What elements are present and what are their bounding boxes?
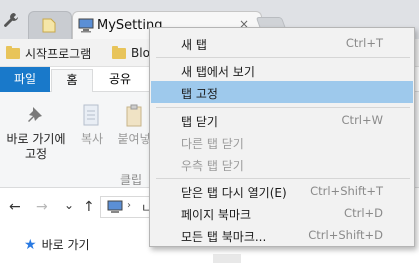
- pin-label: 바로 가기에 고정: [6, 132, 66, 161]
- menu-item-label: 모든 탭 북마크...: [181, 230, 267, 244]
- tab-file[interactable]: 파일: [0, 67, 50, 92]
- menu-item-reopen-closed-tab[interactable]: 닫은 탭 다시 열기(E) Ctrl+Shift+T: [151, 180, 413, 202]
- back-icon[interactable]: ←: [9, 199, 21, 215]
- folder-icon: [42, 18, 56, 33]
- menu-item-shortcut: Ctrl+D: [344, 206, 383, 220]
- menu-item-label: 다른 탭 닫기: [181, 137, 244, 151]
- star-icon: ★: [24, 236, 37, 253]
- paste-label: 붙여넣: [117, 132, 151, 146]
- menu-item-shortcut: Ctrl+T: [345, 36, 383, 50]
- copy-icon: [83, 104, 99, 126]
- chevron-right-icon[interactable]: ›: [127, 200, 131, 211]
- clipboard-group-label: 클립: [120, 173, 143, 187]
- paste-button[interactable]: 붙여넣: [114, 104, 154, 147]
- menu-item-shortcut: Ctrl+Shift+T: [310, 184, 383, 198]
- tab-context-menu: 새 탭 Ctrl+T 새 탭에서 보기 탭 고정 탭 닫기 Ctrl+W 다른 …: [149, 27, 415, 247]
- computer-icon: [107, 200, 123, 213]
- browser-tab-inactive[interactable]: [28, 11, 72, 39]
- menu-item-label: 우측 탭 닫기: [181, 159, 244, 173]
- forward-icon[interactable]: →: [36, 199, 48, 215]
- bookmark-startup-programs[interactable]: 시작프로그램: [6, 44, 91, 62]
- recent-locations-icon[interactable]: ⌄: [64, 198, 74, 212]
- computer-icon: [78, 18, 94, 33]
- menu-item-bookmark-all-tabs[interactable]: 모든 탭 북마크... Ctrl+Shift+D: [151, 224, 413, 246]
- menu-item-label: 페이지 북마크: [181, 208, 252, 222]
- menu-separator: [156, 57, 410, 58]
- menu-item-shortcut: Ctrl+Shift+D: [308, 228, 383, 242]
- menu-separator: [156, 178, 410, 179]
- menu-item-open-in-new-tab[interactable]: 새 탭에서 보기: [151, 59, 413, 81]
- menu-item-label: 닫은 탭 다시 열기(E): [181, 186, 287, 200]
- menu-item-bookmark-page[interactable]: 페이지 북마크 Ctrl+D: [151, 202, 413, 224]
- quick-access-item[interactable]: ★ 바로 가기: [24, 236, 90, 253]
- folder-icon: [6, 45, 20, 59]
- menu-item-shortcut: Ctrl+W: [341, 113, 383, 127]
- tab-home[interactable]: 홈: [51, 69, 93, 93]
- menu-item-label: 새 탭: [181, 38, 207, 52]
- menu-item-label: 탭 닫기: [181, 115, 218, 129]
- menu-separator: [156, 107, 410, 108]
- bookmark-label: 시작프로그램: [25, 46, 92, 61]
- quick-access-label: 바로 가기: [41, 238, 90, 252]
- menu-item-pin-tab[interactable]: 탭 고정: [151, 81, 413, 103]
- menu-item-label: 새 탭에서 보기: [181, 65, 255, 79]
- pin-icon: [28, 107, 42, 122]
- paste-icon: [126, 104, 142, 127]
- menu-item-label: 탭 고정: [181, 87, 218, 101]
- menu-item-close-tabs-to-right[interactable]: 우측 탭 닫기: [151, 153, 413, 175]
- pin-to-quick-access-button[interactable]: 바로 가기에 고정: [4, 104, 68, 162]
- up-icon[interactable]: ↑: [83, 199, 95, 215]
- copy-label: 복사: [80, 132, 104, 146]
- menu-item-close-tab[interactable]: 탭 닫기 Ctrl+W: [151, 109, 413, 131]
- tab-share[interactable]: 공유: [100, 67, 140, 92]
- wrench-icon[interactable]: [3, 12, 19, 28]
- scrollbar-edge: [213, 254, 241, 263]
- menu-item-new-tab[interactable]: 새 탭 Ctrl+T: [151, 32, 413, 54]
- folder-icon: [112, 45, 126, 59]
- copy-button[interactable]: 복사: [77, 104, 107, 147]
- menu-item-close-other-tabs[interactable]: 다른 탭 닫기: [151, 131, 413, 153]
